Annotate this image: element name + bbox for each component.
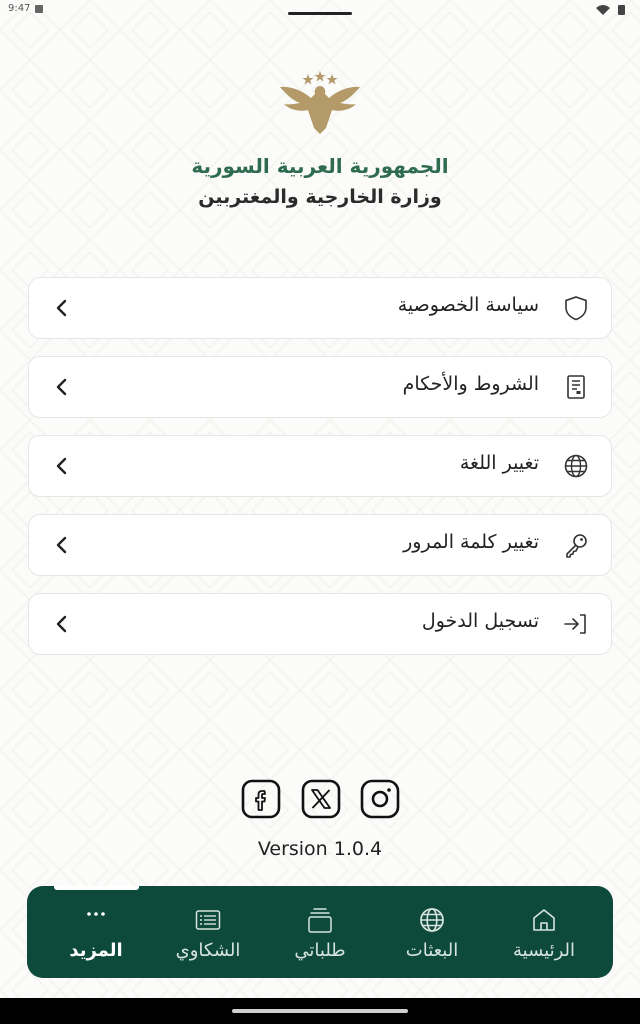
sheet-grab-handle[interactable]: [288, 12, 352, 15]
notification-icon: [35, 5, 43, 13]
nav-tab-complaints[interactable]: الشكاوي: [153, 886, 263, 978]
eagle-emblem-icon: [280, 71, 360, 134]
chevron-left-icon: [56, 536, 67, 554]
menu-item-privacy-policy[interactable]: سياسة الخصوصية: [28, 277, 612, 339]
key-icon: [566, 534, 587, 558]
nav-tab-label: المزيد: [69, 940, 123, 961]
facebook-icon[interactable]: [241, 779, 281, 819]
wifi-battery-icon: [596, 5, 625, 15]
menu-item-label: الشروط والأحكام: [402, 373, 539, 395]
bottom-navigation: المزيد الشكاوي طلباتي البعثات الرئيسية: [27, 886, 613, 978]
document-icon: [567, 375, 585, 399]
settings-menu: سياسة الخصوصية الشروط والأحكام تغيير الل…: [28, 277, 612, 672]
nav-tab-label: الشكاوي: [175, 940, 241, 961]
chevron-left-icon: [56, 299, 67, 317]
ministry-name: وزارة الخارجية والمغتربين: [198, 186, 442, 208]
chevron-left-icon: [56, 378, 67, 396]
login-icon: [564, 614, 586, 634]
nav-tab-more[interactable]: المزيد: [41, 886, 151, 978]
requests-icon: [308, 908, 332, 933]
shield-icon: [565, 296, 587, 321]
menu-item-label: تغيير كلمة المرور: [403, 531, 539, 553]
globe-icon: [420, 908, 444, 932]
home-icon: [533, 909, 555, 931]
status-bar: 9:47: [0, 0, 640, 20]
chevron-left-icon: [56, 615, 67, 633]
menu-item-change-password[interactable]: تغيير كلمة المرور: [28, 514, 612, 576]
menu-item-change-language[interactable]: تغيير اللغة: [28, 435, 612, 497]
more-screen: 9:47 الجمهورية العربية السورية وزارة الخ…: [0, 0, 640, 1024]
home-gesture-handle[interactable]: [232, 1009, 408, 1013]
complaints-icon: [195, 910, 221, 930]
nav-tab-label: البعثات: [405, 940, 459, 961]
nav-tab-my-requests[interactable]: طلباتي: [265, 886, 375, 978]
nav-tab-missions[interactable]: البعثات: [377, 886, 487, 978]
app-version: Version 1.0.4: [257, 838, 383, 860]
menu-item-login[interactable]: تسجيل الدخول: [28, 593, 612, 655]
status-time: 9:47: [8, 3, 31, 14]
instagram-icon[interactable]: [360, 779, 400, 819]
menu-item-label: تسجيل الدخول: [421, 610, 539, 632]
menu-item-label: تغيير اللغة: [459, 452, 539, 474]
x-icon[interactable]: [301, 779, 341, 819]
social-links: [241, 779, 401, 819]
system-navigation-bar: [0, 998, 640, 1024]
nav-tab-home[interactable]: الرئيسية: [489, 886, 599, 978]
globe-icon: [564, 454, 588, 478]
menu-item-terms-and-conditions[interactable]: الشروط والأحكام: [28, 356, 612, 418]
country-name: الجمهورية العربية السورية: [191, 154, 449, 178]
nav-tab-label: الرئيسية: [513, 940, 575, 961]
chevron-left-icon: [56, 457, 67, 475]
more-icon: [87, 912, 105, 916]
menu-item-label: سياسة الخصوصية: [397, 294, 539, 316]
nav-tab-label: طلباتي: [294, 940, 346, 961]
